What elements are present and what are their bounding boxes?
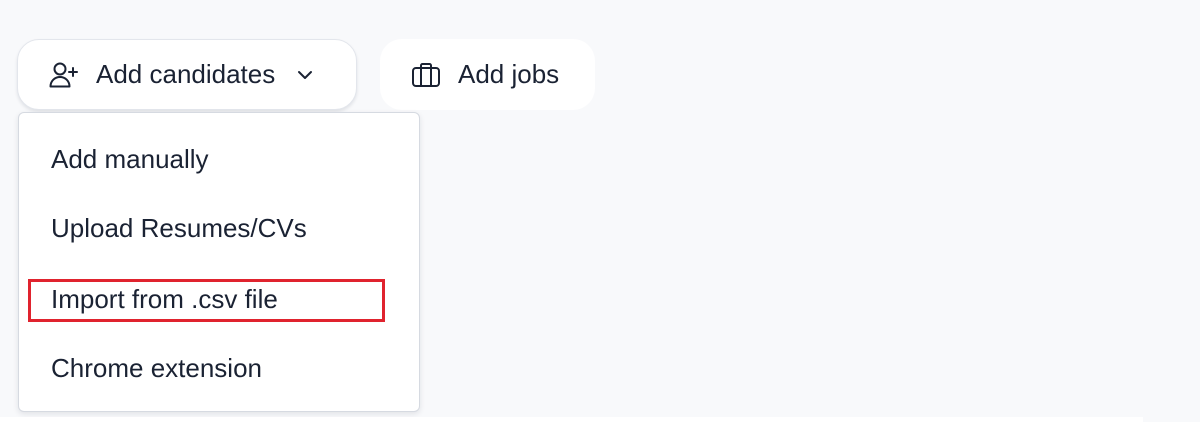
menu-item-upload-resumes[interactable]: Upload Resumes/CVs [51,213,307,244]
menu-item-chrome-extension[interactable]: Chrome extension [51,353,262,384]
add-jobs-label: Add jobs [458,59,560,89]
chevron-down-icon [295,65,315,85]
menu-item-import-csv[interactable]: Import from .csv file [51,284,278,315]
bottom-edge-strip [0,417,1143,422]
add-candidates-dropdown-menu: Add manually Upload Resumes/CVs Import f… [18,112,420,412]
add-jobs-button[interactable]: Add jobs [380,39,595,110]
menu-item-add-manually[interactable]: Add manually [51,144,209,175]
add-candidates-button[interactable]: Add candidates [17,39,357,110]
briefcase-icon [410,59,442,91]
page: Add candidates Add jobs Add manually Upl… [0,0,1200,422]
add-candidates-label: Add candidates [96,59,276,89]
user-plus-icon [48,59,80,91]
